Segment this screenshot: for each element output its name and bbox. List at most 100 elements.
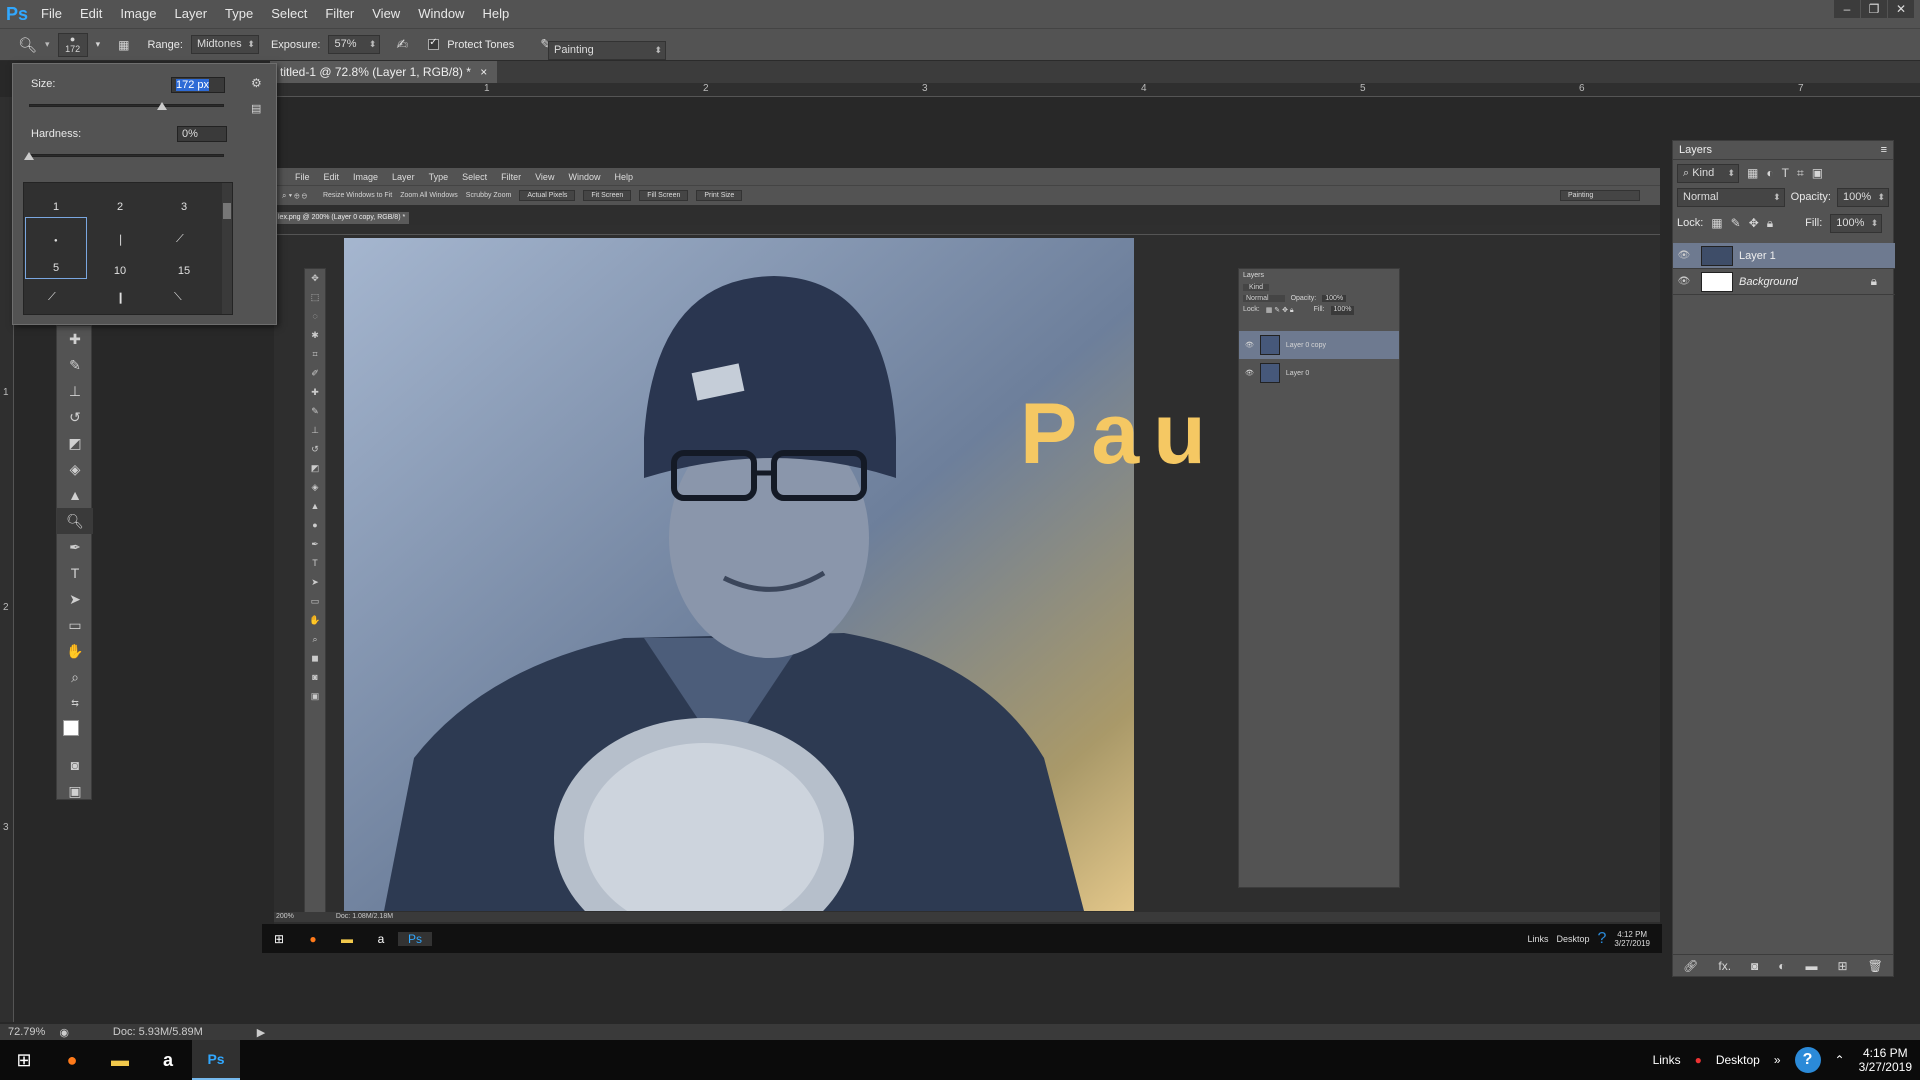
dodge-tool-icon[interactable]: 🔍︎ (57, 508, 93, 534)
clock[interactable]: 4:16 PM 3/27/2019 (1859, 1046, 1912, 1074)
filter-smart-object-icon[interactable]: ▣ (1812, 166, 1823, 180)
type-tool-icon[interactable]: T (57, 560, 93, 586)
brush-grid-scrollbar[interactable] (222, 183, 232, 314)
lock-all-icon[interactable]: 🔒︎ (1767, 216, 1773, 231)
menu-help[interactable]: Help (473, 0, 518, 28)
hardness-slider-thumb[interactable] (24, 152, 34, 160)
document-tab[interactable]: titled-1 @ 72.8% (Layer 1, RGB/8) * × (270, 61, 498, 83)
filter-adjustment-icon[interactable]: ◐ (1766, 166, 1773, 180)
fill-field[interactable]: 100% (1830, 213, 1883, 233)
panel-menu-icon[interactable]: ≡ (1881, 141, 1887, 160)
status-menu-arrow-icon[interactable]: ▶ (257, 1026, 265, 1039)
visibility-eye-icon[interactable]: 👁︎ (1673, 276, 1695, 287)
new-preset-icon[interactable]: ▤ (251, 102, 261, 115)
status-info-icon[interactable]: ◉ (59, 1026, 69, 1039)
new-group-icon[interactable]: ▬ (1806, 959, 1818, 973)
brush-panel-icon[interactable]: ▦ (118, 38, 129, 52)
hand-tool-icon[interactable]: ✋ (57, 638, 93, 664)
lock-pixels-icon[interactable]: ✎ (1731, 216, 1741, 230)
layer-style-icon[interactable]: fx. (1718, 959, 1731, 973)
help-icon[interactable]: ? (1794, 1047, 1821, 1073)
size-slider-thumb[interactable] (156, 102, 167, 110)
tray-flag-icon[interactable]: ● (1695, 1053, 1702, 1067)
exposure-field[interactable]: 57% (328, 35, 381, 54)
blur-tool-icon[interactable]: ▲ (57, 482, 93, 508)
add-mask-icon[interactable]: ◙ (1751, 959, 1758, 973)
filter-shape-icon[interactable]: ⌗ (1797, 166, 1804, 181)
menu-view[interactable]: View (363, 0, 409, 28)
brush-picker-arrow-icon[interactable]: ▾ (96, 39, 101, 50)
eraser-tool-icon[interactable]: ◩ (57, 430, 93, 456)
minimize-icon[interactable]: – (1834, 0, 1860, 18)
range-dropdown[interactable]: Midtones (190, 35, 259, 54)
menu-filter[interactable]: Filter (316, 0, 363, 28)
lock-transparency-icon[interactable]: ▦ (1711, 216, 1722, 230)
airbrush-icon[interactable]: ✍︎ (396, 36, 408, 53)
delete-layer-icon[interactable]: 🗑︎ (1868, 959, 1883, 973)
dodge-tool-icon[interactable]: 🔍︎ (18, 36, 37, 54)
blend-mode-dropdown[interactable]: Normal (1677, 187, 1785, 207)
screen-mode-icon[interactable]: ▣ (57, 778, 93, 804)
restore-icon[interactable]: ❐ (1861, 0, 1887, 18)
link-layers-icon[interactable]: 🔗︎ (1683, 959, 1698, 973)
menu-window[interactable]: Window (409, 0, 473, 28)
close-icon[interactable]: ✕ (1888, 0, 1914, 18)
tray-up-arrow-icon[interactable]: ⌃ (1835, 1053, 1845, 1067)
menu-select[interactable]: Select (262, 0, 316, 28)
swap-colors-icon[interactable]: ⇆ (57, 690, 93, 716)
brush-preset[interactable]: ⟋ (24, 283, 88, 314)
color-swatches[interactable] (57, 716, 93, 752)
photoshop-taskbar-icon[interactable]: Ps (192, 1040, 240, 1080)
brush-preset[interactable]: ❘ 10 (88, 217, 152, 281)
visibility-eye-icon[interactable]: 👁︎ (1673, 250, 1695, 261)
tool-preset-arrow-icon[interactable]: ▾ (45, 39, 50, 50)
kind-filter-dropdown[interactable]: ⌕ Kind (1677, 163, 1739, 183)
path-selection-tool-icon[interactable]: ➤ (57, 586, 93, 612)
brush-preset[interactable]: ⟍ (152, 283, 216, 314)
adjustment-layer-icon[interactable]: ◐ (1778, 959, 1785, 973)
history-brush-tool-icon[interactable]: ↺ (57, 404, 93, 430)
menu-edit[interactable]: Edit (71, 0, 111, 28)
tab-close-icon[interactable]: × (480, 65, 487, 79)
layer-row-layer-1[interactable]: 👁︎ Layer 1 (1673, 243, 1895, 269)
settings-gear-icon[interactable]: ⚙ (251, 76, 262, 90)
paint-bucket-tool-icon[interactable]: ◈ (57, 456, 93, 482)
brush-preset[interactable]: ❙ (88, 283, 152, 314)
menu-type[interactable]: Type (216, 0, 262, 28)
windows-start-icon[interactable]: ⊞ (0, 1040, 48, 1080)
hardness-input[interactable]: 0% (177, 126, 227, 142)
brush-grid-scroll-thumb[interactable] (223, 203, 231, 219)
zoom-readout[interactable]: 72.79% (8, 1026, 45, 1038)
size-slider[interactable] (29, 104, 224, 107)
healing-brush-tool-icon[interactable]: ✚ (57, 326, 93, 352)
tray-desktop[interactable]: Desktop (1716, 1053, 1760, 1067)
brush-tool-icon[interactable]: ✎ (57, 352, 93, 378)
amazon-icon[interactable]: a (144, 1040, 192, 1080)
hardness-slider[interactable] (29, 154, 224, 157)
protect-tones-checkbox[interactable] (428, 37, 440, 50)
filter-pixel-icon[interactable]: ▦ (1747, 166, 1758, 180)
file-explorer-icon[interactable]: ▬ (96, 1040, 144, 1080)
menu-image[interactable]: Image (111, 0, 165, 28)
tray-chevron-icon[interactable]: » (1774, 1053, 1781, 1067)
menu-layer[interactable]: Layer (166, 0, 217, 28)
firefox-icon[interactable]: ● (48, 1040, 96, 1080)
lock-position-icon[interactable]: ✥ (1749, 216, 1759, 230)
size-input[interactable]: 172 px (171, 77, 225, 93)
zoom-tool-icon[interactable]: ⌕ (57, 664, 93, 690)
foreground-color-swatch[interactable] (63, 720, 79, 736)
workspace-dropdown[interactable]: Painting (548, 41, 666, 60)
quick-mask-icon[interactable]: ◙ (57, 752, 93, 778)
layers-panel-tab[interactable]: Layers ≡ (1673, 141, 1893, 160)
brush-preset[interactable]: ⟋ 15 (152, 217, 216, 281)
menu-file[interactable]: File (32, 0, 71, 28)
pen-tool-icon[interactable]: ✒ (57, 534, 93, 560)
tray-links[interactable]: Links (1653, 1053, 1681, 1067)
rectangle-tool-icon[interactable]: ▭ (57, 612, 93, 638)
filter-type-icon[interactable]: T (1782, 166, 1789, 180)
clone-stamp-tool-icon[interactable]: ⊥ (57, 378, 93, 404)
brush-preset-selected[interactable]: ● 5 (25, 217, 87, 279)
brush-preview[interactable]: ● 172 (57, 32, 88, 57)
layer-row-background[interactable]: 👁︎ Background 🔒︎ (1673, 269, 1895, 295)
opacity-field[interactable]: 100% (1837, 187, 1889, 207)
